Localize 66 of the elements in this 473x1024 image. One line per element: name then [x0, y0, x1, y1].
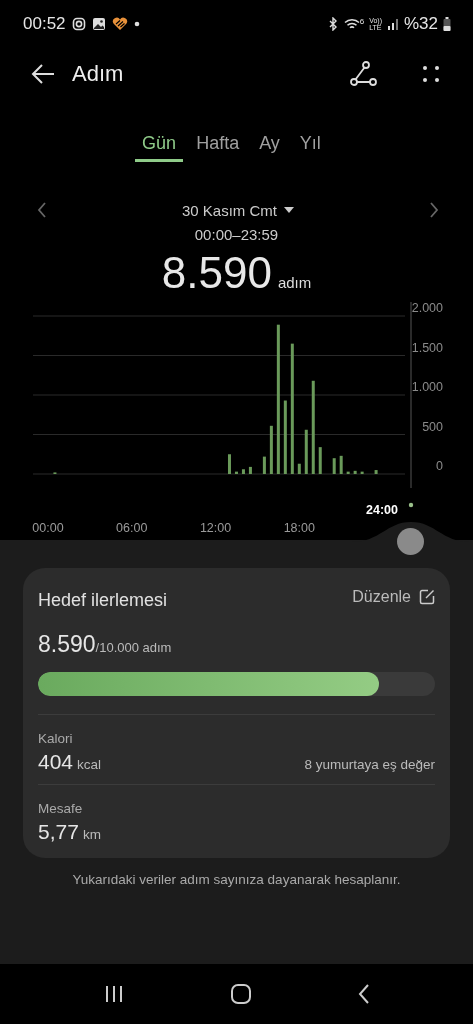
time-range: 00:00–23:59	[194, 226, 279, 245]
signal-icon	[386, 18, 399, 30]
stat-value: 404	[38, 750, 74, 774]
step-bar	[228, 454, 231, 474]
y-tick-label: 500	[422, 419, 443, 434]
back-icon	[356, 983, 371, 1005]
wifi-label: 6	[359, 17, 365, 26]
step-bar	[234, 471, 238, 474]
footnote: Yukarıdaki veriler adım sayınıza dayanarak hesaplanır.	[72, 872, 401, 887]
y-tick-label: 2.000	[411, 301, 443, 315]
date-dropdown[interactable]: 30 Kasım Cmt	[182, 201, 294, 219]
period-tab[interactable]: Ay	[252, 128, 287, 162]
x-tick-label: 00:00	[32, 521, 64, 535]
cursor-handle[interactable]	[397, 528, 424, 555]
period-tab[interactable]: Yıl	[292, 128, 328, 162]
battery-icon	[443, 17, 451, 31]
chevron-right-icon	[429, 202, 439, 218]
step-bar	[353, 470, 357, 474]
step-bar	[248, 466, 252, 474]
home-icon	[229, 983, 252, 1005]
caret-icon	[284, 206, 294, 214]
period-tab[interactable]: Hafta	[189, 128, 247, 162]
step-unit: adım	[277, 274, 312, 291]
stat-unit: km	[82, 827, 101, 842]
back-button[interactable]	[30, 63, 56, 85]
battery-level: %32	[403, 14, 438, 34]
wifi-icon	[343, 17, 360, 31]
step-goal: /10.000 adım	[95, 640, 172, 655]
page-title: Adım	[72, 61, 124, 87]
heart-icon	[111, 17, 128, 31]
step-bar	[262, 456, 266, 474]
chevron-left-icon	[37, 202, 47, 218]
step-bar	[269, 425, 273, 474]
y-tick-label: 0	[436, 459, 443, 473]
share-button[interactable]	[349, 61, 377, 87]
clock: 00:52	[23, 14, 66, 34]
step-bar	[332, 458, 336, 474]
step-bar	[318, 447, 322, 474]
stat-note: 8 yumurtaya eş değer	[304, 757, 435, 772]
y-tick-label: 1.000	[411, 380, 443, 394]
step-bar	[304, 429, 308, 474]
stat-unit: kcal	[77, 757, 102, 772]
y-tick-label: 1.500	[411, 340, 443, 355]
cursor-label: 24:00	[366, 503, 398, 517]
edit-button[interactable]: Düzenle	[352, 587, 435, 606]
step-bar	[360, 471, 364, 474]
stat-label: Mesafe	[38, 801, 84, 816]
step-total: 8.590	[161, 248, 272, 298]
period-tab[interactable]: Gün	[135, 128, 184, 162]
x-tick-label: 06:00	[116, 521, 148, 535]
image-icon	[91, 17, 106, 31]
step-bar	[374, 470, 378, 474]
stat-value: 5,77	[38, 820, 79, 844]
step-bar	[339, 455, 343, 474]
step-count: 8.590	[38, 631, 96, 658]
camera-icon	[71, 17, 86, 31]
x-tick-label: 18:00	[283, 521, 315, 535]
card-title: Hedef ilerlemesi	[38, 590, 168, 611]
cursor-dot	[408, 502, 414, 508]
step-bar	[297, 463, 301, 474]
stat-label: Kalori	[38, 731, 74, 746]
step-bar	[346, 471, 350, 474]
step-bar	[241, 469, 245, 474]
edit-icon	[419, 588, 435, 605]
dot-icon	[133, 21, 140, 27]
x-tick-label: 12:00	[199, 521, 232, 535]
